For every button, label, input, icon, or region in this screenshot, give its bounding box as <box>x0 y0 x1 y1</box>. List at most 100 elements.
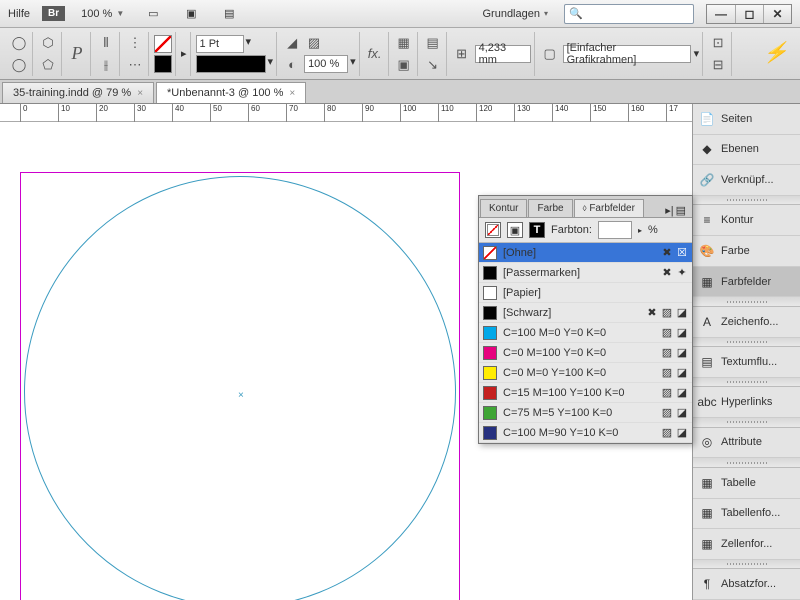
view-mode-1-icon[interactable]: ▭ <box>140 3 166 25</box>
search-input[interactable]: 🔍 <box>564 4 694 24</box>
tool-icon[interactable]: ◯ <box>9 55 29 75</box>
help-menu[interactable]: Hilfe <box>8 8 30 20</box>
fx-icon[interactable]: fx. <box>365 44 385 64</box>
tab-close-icon[interactable]: × <box>137 88 143 99</box>
panel-farbe[interactable]: 🎨Farbe <box>693 236 800 267</box>
color-mode-icon: ▨ <box>661 327 673 339</box>
tool-icon[interactable]: ⬠ <box>38 55 58 75</box>
gradient-icon[interactable]: ▨ <box>304 33 324 53</box>
frame-icon[interactable]: ▢ <box>540 44 560 64</box>
swatch-row[interactable]: C=15 M=100 Y=100 K=0▨◪ <box>479 383 692 403</box>
panel-ebenen[interactable]: ◆Ebenen <box>693 135 800 166</box>
color-mode-icon: ▨ <box>661 387 673 399</box>
paragraph-icon[interactable]: P <box>67 44 87 64</box>
lock-icon: ✖ <box>661 247 673 259</box>
text-wrap-icon[interactable]: ▦ <box>394 33 414 53</box>
measure-icon[interactable]: ⊞ <box>452 44 472 64</box>
menubar: Hilfe Br 100 %▼ ▭ ▣ ▤ Grundlagen▾ 🔍 — ◻ … <box>0 0 800 28</box>
panel-icon: ▦ <box>699 505 715 521</box>
panel-kontur[interactable]: ≡Kontur <box>693 205 800 236</box>
panel-hyperlinks[interactable]: abcHyperlinks <box>693 387 800 418</box>
panel-attribute[interactable]: ◎Attribute <box>693 428 800 459</box>
swatch-list: [Ohne]✖☒[Passermarken]✖✦[Papier][Schwarz… <box>479 243 692 443</box>
lock-icon: ✖ <box>661 267 673 279</box>
color-type-icon: ◪ <box>676 387 688 399</box>
formatting-text-icon[interactable]: T <box>529 222 545 238</box>
panel-verknpf[interactable]: 🔗Verknüpf... <box>693 165 800 196</box>
distribute-icon[interactable]: ⋮ <box>125 33 145 53</box>
right-panel-dock: 📄Seiten◆Ebenen🔗Verknüpf...≡Kontur🎨Farbe▦… <box>692 104 800 600</box>
align-icon[interactable]: ⫲ <box>96 55 116 75</box>
panel-icon: abc <box>699 394 715 410</box>
panel-seiten[interactable]: 📄Seiten <box>693 104 800 135</box>
align-icon[interactable]: ⫴ <box>96 33 116 53</box>
panel-tabelle[interactable]: ▦Tabelle <box>693 468 800 499</box>
swatch-row[interactable]: C=100 M=90 Y=10 K=0▨◪ <box>479 423 692 443</box>
workspace-dropdown[interactable]: Grundlagen▾ <box>478 6 552 22</box>
document-tab[interactable]: 35-training.indd @ 79 %× <box>2 82 154 103</box>
panel-icon: ¶ <box>699 576 715 592</box>
panel-icon: ≡ <box>699 212 715 228</box>
panel-zellenfor[interactable]: ▦Zellenfor... <box>693 529 800 560</box>
stroke-none-icon[interactable] <box>154 35 172 53</box>
panel-icon: A <box>699 314 715 330</box>
circle-object[interactable] <box>24 176 456 600</box>
width-field[interactable]: 4,233 mm <box>475 45 531 63</box>
maximize-button[interactable]: ◻ <box>735 5 763 23</box>
panel-farbfelder[interactable]: ▦Farbfelder <box>693 267 800 298</box>
panel-menu-icon[interactable]: ▤ <box>676 204 686 217</box>
formatting-container-icon[interactable]: ▣ <box>507 222 523 238</box>
panel-zeichenfo[interactable]: AZeichenfo... <box>693 307 800 338</box>
swatch-row[interactable]: [Passermarken]✖✦ <box>479 263 692 283</box>
swatch-tab[interactable]: Farbe <box>528 199 572 217</box>
arrow-icon[interactable]: ↘ <box>423 55 443 75</box>
color-mode-icon: ▨ <box>661 427 673 439</box>
swatch-tab[interactable]: ◊ Farbfelder <box>574 199 644 217</box>
opacity-field[interactable]: 100 % <box>304 55 348 73</box>
window-controls: — ◻ ✕ <box>706 4 792 24</box>
text-wrap-icon[interactable]: ▣ <box>394 55 414 75</box>
swatch-row[interactable]: [Papier] <box>479 283 692 303</box>
panel-icon: ▤ <box>699 354 715 370</box>
panel-icon: ▦ <box>699 475 715 491</box>
swatch-row[interactable]: [Schwarz]✖▨◪ <box>479 303 692 323</box>
fill-stroke-proxy[interactable] <box>485 222 501 238</box>
panel-textumflu[interactable]: ▤Textumflu... <box>693 347 800 378</box>
view-mode-3-icon[interactable]: ▤ <box>216 3 242 25</box>
tool-icon[interactable]: ◯ <box>9 33 29 53</box>
stroke-style-field[interactable] <box>196 55 266 73</box>
misc-icon[interactable]: ⊟ <box>708 55 728 75</box>
panel-tabellenfo[interactable]: ▦Tabellenfo... <box>693 499 800 530</box>
swatch-row[interactable]: [Ohne]✖☒ <box>479 243 692 263</box>
swatch-tools: ▣ T Farbton: ▸ % <box>479 218 692 243</box>
distribute-icon[interactable]: ⋯ <box>125 55 145 75</box>
swatch-row[interactable]: C=0 M=100 Y=0 K=0▨◪ <box>479 343 692 363</box>
close-button[interactable]: ✕ <box>763 5 791 23</box>
lock-icon: ✖ <box>646 307 658 319</box>
swatch-row[interactable]: C=0 M=0 Y=100 K=0▨◪ <box>479 363 692 383</box>
panel-absatzfor[interactable]: ¶Absatzfor... <box>693 569 800 600</box>
color-mode-icon: ▨ <box>661 407 673 419</box>
center-marker: × <box>238 390 244 401</box>
panel-collapse-icon[interactable]: ▸| <box>665 204 673 217</box>
tool-icon[interactable]: ⬡ <box>38 33 58 53</box>
swatch-row[interactable]: C=75 M=5 Y=100 K=0▨◪ <box>479 403 692 423</box>
misc-icon[interactable]: ⊡ <box>708 33 728 53</box>
opacity-icon[interactable]: ◐ <box>282 55 302 75</box>
view-mode-2-icon[interactable]: ▣ <box>178 3 204 25</box>
tab-close-icon[interactable]: × <box>289 88 295 99</box>
frame-type-field[interactable]: [Einfacher Grafikrahmen] <box>563 45 691 63</box>
zoom-dropdown[interactable]: 100 %▼ <box>77 6 128 22</box>
document-tab[interactable]: *Unbenannt-3 @ 100 %× <box>156 82 306 103</box>
registration-icon: ✦ <box>676 267 688 279</box>
ruler-horizontal: 0102030405060708090100110120130140150160… <box>0 104 692 122</box>
tint-field[interactable] <box>598 221 632 239</box>
corner-icon[interactable]: ◢ <box>282 33 302 53</box>
swatch-tab[interactable]: Kontur <box>480 199 527 217</box>
stroke-weight-field[interactable]: 1 Pt <box>196 35 244 53</box>
fill-black-icon[interactable] <box>154 55 172 73</box>
text-wrap-icon[interactable]: ▤ <box>423 33 443 53</box>
bridge-button[interactable]: Br <box>42 6 65 21</box>
swatch-row[interactable]: C=100 M=0 Y=0 K=0▨◪ <box>479 323 692 343</box>
minimize-button[interactable]: — <box>707 5 735 23</box>
